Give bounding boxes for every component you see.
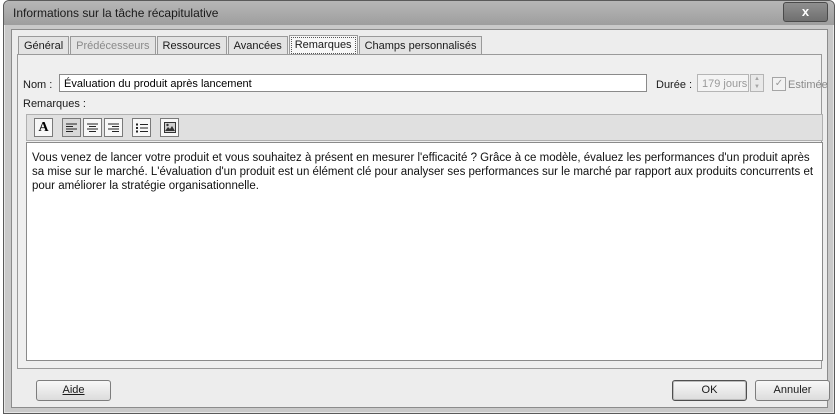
estimee-checkbox[interactable]: ✓: [772, 77, 786, 91]
tab-predecesseurs[interactable]: Prédécesseurs: [70, 36, 156, 55]
window-title: Informations sur la tâche récapitulative: [13, 6, 219, 20]
spin-down-icon[interactable]: ▼: [751, 83, 763, 91]
align-left-button[interactable]: [62, 118, 81, 137]
bullet-list-button[interactable]: [132, 118, 151, 137]
aide-label: Aide: [62, 384, 85, 396]
tab-general[interactable]: Général: [18, 36, 70, 55]
tab-champs-personnalises[interactable]: Champs personnalisés: [358, 36, 483, 55]
nom-field[interactable]: Évaluation du produit après lancement: [59, 74, 647, 92]
duree-field[interactable]: 179 jours: [697, 74, 749, 92]
align-right-icon: [108, 123, 119, 132]
close-button[interactable]: x: [783, 2, 828, 22]
remarques-label: Remarques :: [23, 98, 86, 110]
notes-textarea[interactable]: Vous venez de lancer votre produit et vo…: [26, 142, 823, 361]
task-info-dialog: Informations sur la tâche récapitulative…: [3, 0, 835, 414]
notes-text: Vous venez de lancer votre produit et vo…: [32, 152, 814, 192]
spin-up-icon[interactable]: ▲: [751, 75, 763, 83]
notes-format-toolbar: A: [26, 114, 823, 141]
tab-remarques[interactable]: Remarques: [288, 35, 358, 56]
align-right-button[interactable]: [104, 118, 123, 137]
align-center-icon: [87, 123, 98, 132]
tab-strip: Général Prédécesseurs Ressources Avancée…: [18, 35, 483, 56]
tab-avancees[interactable]: Avancées: [227, 36, 288, 55]
font-button[interactable]: A: [34, 118, 53, 137]
font-icon: A: [38, 119, 49, 135]
insert-object-icon: [163, 122, 176, 133]
duree-label: Durée :: [656, 79, 693, 91]
align-left-icon: [66, 123, 77, 132]
ok-button[interactable]: OK: [672, 380, 747, 401]
aide-button[interactable]: Aide: [36, 380, 111, 401]
nom-label: Nom :: [23, 79, 53, 91]
tab-ressources[interactable]: Ressources: [156, 36, 227, 55]
estimee-label: Estimée: [788, 79, 828, 91]
insert-object-button[interactable]: [160, 118, 179, 137]
title-bar[interactable]: Informations sur la tâche récapitulative…: [4, 1, 834, 25]
bullet-list-icon: [135, 123, 148, 132]
annuler-button[interactable]: Annuler: [755, 380, 830, 401]
align-center-button[interactable]: [83, 118, 102, 137]
duree-spinner[interactable]: ▲ ▼: [750, 74, 764, 92]
